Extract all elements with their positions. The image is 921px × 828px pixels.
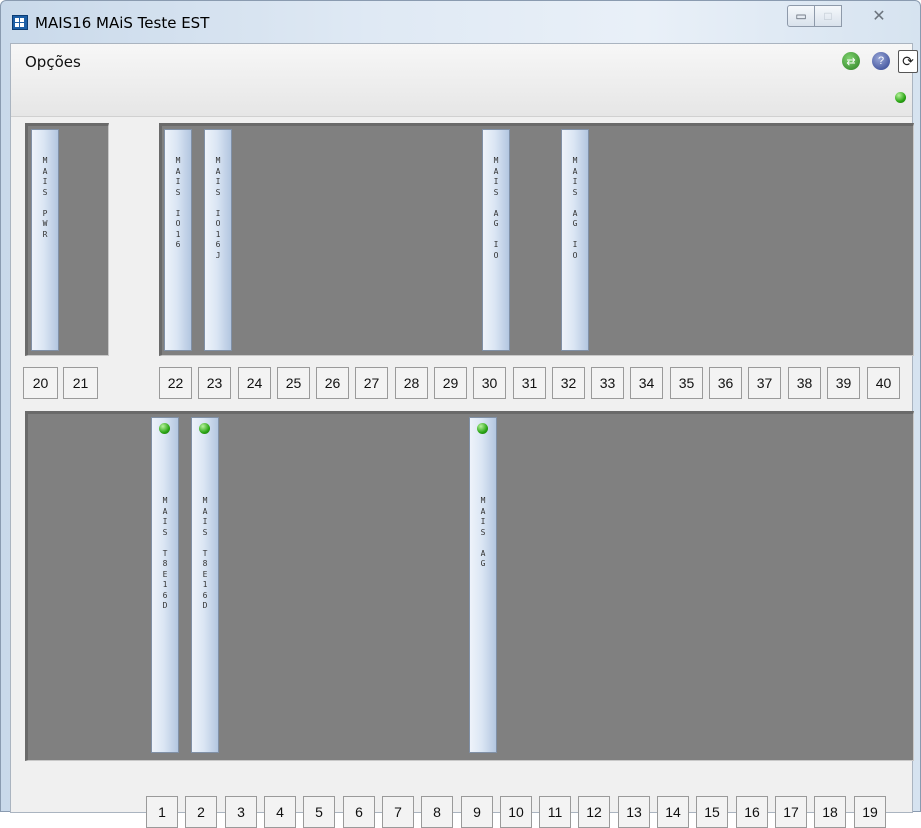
app-icon bbox=[12, 15, 28, 30]
network-icon[interactable]: ⇄ bbox=[842, 52, 860, 70]
module-label: M A I S A G bbox=[480, 496, 486, 568]
slot-button-32[interactable]: 32 bbox=[552, 367, 585, 399]
slot-button-30[interactable]: 30 bbox=[473, 367, 506, 399]
module-label: M A I S T 8 E 1 6 D bbox=[202, 496, 208, 610]
slot-button-33[interactable]: 33 bbox=[591, 367, 624, 399]
menu-opcoes[interactable]: Opções bbox=[25, 53, 81, 71]
slot-button-37[interactable]: 37 bbox=[748, 367, 781, 399]
slot-button-24[interactable]: 24 bbox=[238, 367, 271, 399]
module-status-led bbox=[159, 423, 170, 434]
module-label: M A I S I O 1 6 bbox=[175, 156, 181, 249]
slot-button-38[interactable]: 38 bbox=[788, 367, 821, 399]
slot-button-10[interactable]: 10 bbox=[500, 796, 532, 828]
slot-button-26[interactable]: 26 bbox=[316, 367, 349, 399]
module-card-slot-22[interactable]: M A I S I O 1 6 bbox=[164, 129, 192, 351]
slot-button-6[interactable]: 6 bbox=[343, 796, 375, 828]
slot-button-4[interactable]: 4 bbox=[264, 796, 296, 828]
slot-button-28[interactable]: 28 bbox=[395, 367, 428, 399]
slot-button-23[interactable]: 23 bbox=[198, 367, 231, 399]
slot-button-9[interactable]: 9 bbox=[461, 796, 493, 828]
slot-button-2[interactable]: 2 bbox=[185, 796, 217, 828]
module-card-slot-32[interactable]: M A I S A G I O bbox=[561, 129, 589, 351]
slot-button-39[interactable]: 39 bbox=[827, 367, 860, 399]
slot-button-40[interactable]: 40 bbox=[867, 367, 900, 399]
slot-button-20[interactable]: 20 bbox=[23, 367, 58, 399]
module-label: M A I S I O 1 6 J bbox=[215, 156, 221, 260]
module-status-led bbox=[477, 423, 488, 434]
module-label: M A I S T 8 E 1 6 D bbox=[162, 496, 168, 610]
module-card-slot-1[interactable]: M A I S T 8 E 1 6 D bbox=[151, 417, 179, 753]
slot-button-12[interactable]: 12 bbox=[578, 796, 610, 828]
module-card-slot-30[interactable]: M A I S A G I O bbox=[482, 129, 510, 351]
module-card-slot-23[interactable]: M A I S I O 1 6 J bbox=[204, 129, 232, 351]
slot-button-1[interactable]: 1 bbox=[146, 796, 178, 828]
slot-button-36[interactable]: 36 bbox=[709, 367, 742, 399]
toolbar: Opções ⇄ ? ⟳ bbox=[11, 44, 918, 117]
slot-button-19[interactable]: 19 bbox=[854, 796, 886, 828]
slot-button-27[interactable]: 27 bbox=[355, 367, 388, 399]
upper-rack-main bbox=[159, 123, 914, 356]
slot-button-31[interactable]: 31 bbox=[513, 367, 546, 399]
slot-button-29[interactable]: 29 bbox=[434, 367, 467, 399]
window-title: MAIS16 MAiS Teste EST bbox=[35, 14, 210, 32]
minimize-button[interactable]: ▭ bbox=[787, 5, 815, 27]
help-icon[interactable]: ? bbox=[872, 52, 890, 70]
close-button[interactable]: ✕ bbox=[854, 5, 904, 27]
connection-status-led bbox=[895, 92, 906, 103]
module-status-led bbox=[199, 423, 210, 434]
slot-button-22[interactable]: 22 bbox=[159, 367, 192, 399]
module-card-slot-20[interactable]: M A I S P W R bbox=[31, 129, 59, 351]
slot-button-5[interactable]: 5 bbox=[303, 796, 335, 828]
slot-button-25[interactable]: 25 bbox=[277, 367, 310, 399]
module-card-slot-9[interactable]: M A I S A G bbox=[469, 417, 497, 753]
slot-button-35[interactable]: 35 bbox=[670, 367, 703, 399]
refresh-icon[interactable]: ⟳ bbox=[898, 50, 918, 73]
module-card-slot-2[interactable]: M A I S T 8 E 1 6 D bbox=[191, 417, 219, 753]
slot-button-21[interactable]: 21 bbox=[63, 367, 98, 399]
slot-button-18[interactable]: 18 bbox=[814, 796, 846, 828]
slot-button-16[interactable]: 16 bbox=[736, 796, 768, 828]
slot-button-7[interactable]: 7 bbox=[382, 796, 414, 828]
module-label: M A I S A G I O bbox=[572, 156, 578, 260]
slot-button-3[interactable]: 3 bbox=[225, 796, 257, 828]
module-label: M A I S A G I O bbox=[493, 156, 499, 260]
slot-button-8[interactable]: 8 bbox=[421, 796, 453, 828]
slot-button-34[interactable]: 34 bbox=[630, 367, 663, 399]
slot-button-17[interactable]: 17 bbox=[775, 796, 807, 828]
module-label: M A I S P W R bbox=[42, 156, 48, 239]
slot-button-13[interactable]: 13 bbox=[618, 796, 650, 828]
slot-button-11[interactable]: 11 bbox=[539, 796, 571, 828]
slot-button-15[interactable]: 15 bbox=[696, 796, 728, 828]
maximize-button[interactable]: □ bbox=[815, 5, 842, 27]
application-window: MAIS16 MAiS Teste EST ▭ □ ✕ Opções ⇄ ? ⟳… bbox=[0, 0, 921, 828]
title-bar[interactable]: MAIS16 MAiS Teste EST ▭ □ ✕ bbox=[1, 1, 921, 43]
slot-button-14[interactable]: 14 bbox=[657, 796, 689, 828]
client-area: Opções ⇄ ? ⟳ 20 21 22 23 24 25 26 27 28 29 30 31 32 3… bbox=[10, 43, 918, 828]
